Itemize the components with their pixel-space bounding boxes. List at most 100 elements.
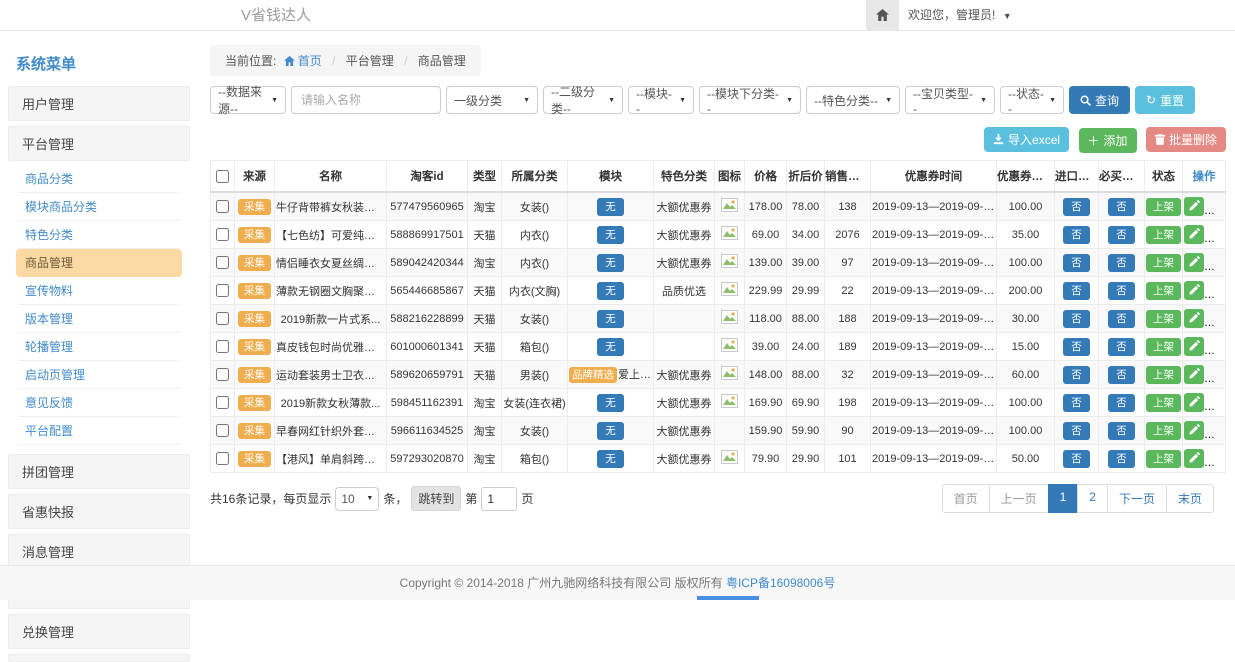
breadcrumb-item[interactable]: 商品管理 bbox=[418, 54, 466, 68]
chevron-down-icon: ▼ bbox=[523, 97, 530, 104]
must-buy-toggle[interactable]: 否 bbox=[1108, 254, 1135, 272]
edit-button[interactable] bbox=[1184, 337, 1204, 356]
edit-button[interactable] bbox=[1184, 421, 1204, 440]
import-select-toggle[interactable]: 否 bbox=[1063, 338, 1090, 356]
name-search-input[interactable] bbox=[291, 86, 441, 114]
filter-select[interactable]: --模块--▼ bbox=[628, 86, 694, 114]
import-select-toggle[interactable]: 否 bbox=[1063, 450, 1090, 468]
status-badge[interactable]: 上架 bbox=[1146, 366, 1181, 384]
edit-button[interactable] bbox=[1184, 365, 1204, 384]
filter-select[interactable]: --二级分类--▼ bbox=[543, 86, 623, 114]
edit-button[interactable] bbox=[1184, 253, 1204, 272]
icp-link[interactable]: 粤ICP备16098006号 bbox=[726, 576, 835, 590]
row-checkbox[interactable] bbox=[216, 368, 229, 381]
row-checkbox[interactable] bbox=[216, 200, 229, 213]
import-select-toggle[interactable]: 否 bbox=[1063, 198, 1090, 216]
row-checkbox[interactable] bbox=[216, 228, 229, 241]
per-page-select[interactable]: 10▼ bbox=[335, 487, 379, 511]
page-button[interactable]: 首页 bbox=[942, 484, 990, 513]
sidebar-item[interactable]: 平台配置 bbox=[16, 417, 182, 445]
sidebar-item[interactable]: 意见反馈 bbox=[16, 389, 182, 417]
import-excel-button[interactable]: 导入excel bbox=[984, 127, 1069, 152]
page-button[interactable]: 上一页 bbox=[989, 484, 1049, 513]
reset-button[interactable]: ↻重置 bbox=[1135, 86, 1195, 114]
edit-button[interactable] bbox=[1184, 449, 1204, 468]
home-button[interactable] bbox=[866, 0, 899, 31]
import-select-toggle[interactable]: 否 bbox=[1063, 422, 1090, 440]
row-checkbox[interactable] bbox=[216, 284, 229, 297]
status-badge[interactable]: 上架 bbox=[1146, 422, 1181, 440]
row-checkbox[interactable] bbox=[216, 396, 229, 409]
sidebar-item[interactable]: 轮播管理 bbox=[16, 333, 182, 361]
sidebar-group[interactable]: 用户管理 bbox=[8, 86, 190, 121]
sidebar-item[interactable]: 宣传物料 bbox=[16, 277, 182, 305]
breadcrumb-home-link[interactable]: 首页 bbox=[284, 54, 322, 68]
must-buy-toggle[interactable]: 否 bbox=[1108, 338, 1135, 356]
jump-page-input[interactable] bbox=[481, 487, 517, 511]
sidebar-group[interactable]: 兑换管理 bbox=[8, 614, 190, 649]
edit-button[interactable] bbox=[1184, 281, 1204, 300]
import-select-toggle[interactable]: 否 bbox=[1063, 282, 1090, 300]
add-button[interactable]: ＋ 添加 bbox=[1079, 128, 1137, 153]
must-buy-toggle[interactable]: 否 bbox=[1108, 226, 1135, 244]
sidebar-item[interactable]: 商品分类 bbox=[16, 165, 182, 193]
status-badge[interactable]: 上架 bbox=[1146, 394, 1181, 412]
select-all-checkbox[interactable] bbox=[216, 170, 229, 183]
filter-select[interactable]: --状态--▼ bbox=[1000, 86, 1064, 114]
status-badge[interactable]: 上架 bbox=[1146, 198, 1181, 216]
sidebar-item[interactable]: 特色分类 bbox=[16, 221, 182, 249]
sidebar-group[interactable]: 省惠快报 bbox=[8, 494, 190, 529]
page-button[interactable]: 1 bbox=[1048, 484, 1079, 513]
status-badge[interactable]: 上架 bbox=[1146, 450, 1181, 468]
import-select-toggle[interactable]: 否 bbox=[1063, 310, 1090, 328]
must-buy-toggle[interactable]: 否 bbox=[1108, 450, 1135, 468]
must-buy-toggle[interactable]: 否 bbox=[1108, 366, 1135, 384]
sidebar-group[interactable]: 拼团管理 bbox=[8, 454, 190, 489]
page-button[interactable]: 下一页 bbox=[1107, 484, 1167, 513]
jump-to-button[interactable]: 跳转到 bbox=[411, 486, 461, 511]
batch-delete-button[interactable]: 批量删除 bbox=[1146, 127, 1226, 152]
import-select-toggle[interactable]: 否 bbox=[1063, 226, 1090, 244]
filter-select[interactable]: --数据来源--▼ bbox=[210, 86, 286, 114]
product-category: 箱包() bbox=[502, 333, 568, 361]
sidebar-group-clipped[interactable] bbox=[8, 654, 190, 662]
status-badge[interactable]: 上架 bbox=[1146, 254, 1181, 272]
sidebar-group[interactable]: 平台管理 bbox=[8, 126, 190, 161]
row-checkbox[interactable] bbox=[216, 340, 229, 353]
sidebar-item[interactable]: 模块商品分类 bbox=[16, 193, 182, 221]
must-buy-toggle[interactable]: 否 bbox=[1108, 310, 1135, 328]
must-buy-toggle[interactable]: 否 bbox=[1108, 422, 1135, 440]
edit-button[interactable] bbox=[1184, 197, 1204, 216]
status-badge[interactable]: 上架 bbox=[1146, 282, 1181, 300]
filter-select[interactable]: --宝贝类型--▼ bbox=[905, 86, 995, 114]
edit-button[interactable] bbox=[1184, 225, 1204, 244]
import-select-toggle[interactable]: 否 bbox=[1063, 254, 1090, 272]
page-button[interactable]: 末页 bbox=[1166, 484, 1214, 513]
edit-button[interactable] bbox=[1184, 309, 1204, 328]
status-badge[interactable]: 上架 bbox=[1146, 310, 1181, 328]
breadcrumb-item[interactable]: 平台管理 bbox=[346, 54, 394, 68]
status-badge[interactable]: 上架 bbox=[1146, 226, 1181, 244]
sidebar-group[interactable]: 消息管理 bbox=[8, 534, 190, 569]
edit-button[interactable] bbox=[1184, 393, 1204, 412]
filter-select[interactable]: --特色分类--▼ bbox=[806, 86, 900, 114]
filter-select[interactable]: --模块下分类--▼ bbox=[699, 86, 801, 114]
sidebar-item[interactable]: 版本管理 bbox=[16, 305, 182, 333]
must-buy-toggle[interactable]: 否 bbox=[1108, 282, 1135, 300]
row-checkbox[interactable] bbox=[216, 452, 229, 465]
row-checkbox[interactable] bbox=[216, 256, 229, 269]
filter-select[interactable]: 一级分类▼ bbox=[446, 86, 538, 114]
must-buy-toggle[interactable]: 否 bbox=[1108, 394, 1135, 412]
page-button[interactable]: 2 bbox=[1077, 484, 1108, 513]
must-buy-toggle[interactable]: 否 bbox=[1108, 198, 1135, 216]
row-checkbox[interactable] bbox=[216, 312, 229, 325]
import-select-toggle[interactable]: 否 bbox=[1063, 394, 1090, 412]
sidebar-item[interactable]: 启动页管理 bbox=[16, 361, 182, 389]
import-select-toggle[interactable]: 否 bbox=[1063, 366, 1090, 384]
row-checkbox[interactable] bbox=[216, 424, 229, 437]
sidebar-item[interactable]: 商品管理 bbox=[16, 249, 182, 277]
status-badge[interactable]: 上架 bbox=[1146, 338, 1181, 356]
column-header: 操作 bbox=[1183, 161, 1226, 193]
user-menu[interactable]: 欢迎您，管理员! ▼ bbox=[908, 0, 1012, 32]
search-button[interactable]: 查询 bbox=[1069, 86, 1130, 114]
